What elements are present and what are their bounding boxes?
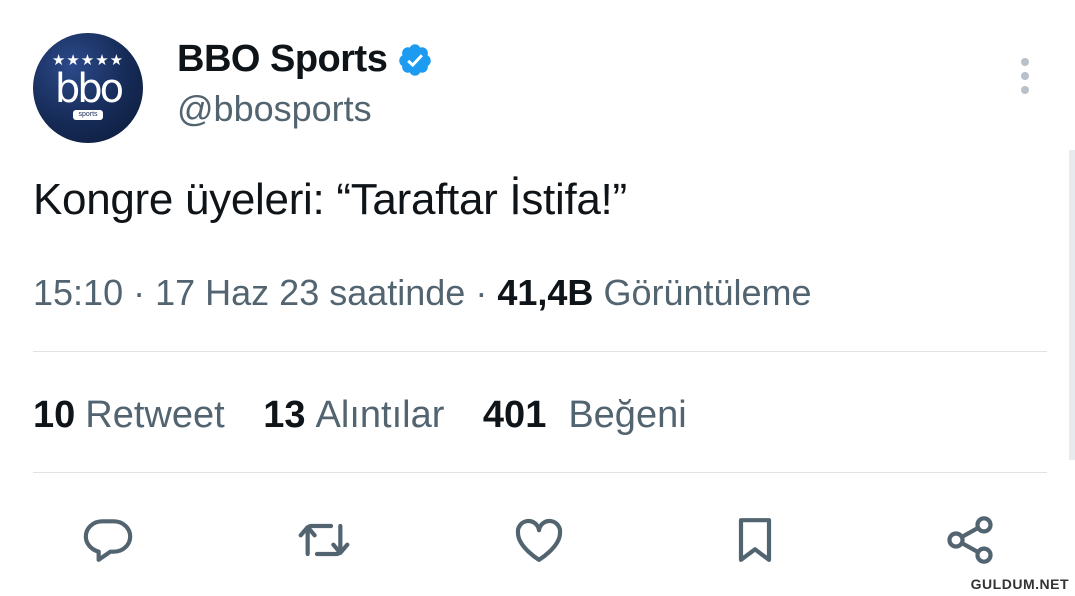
retweet-icon	[298, 523, 350, 557]
more-options-icon[interactable]	[1015, 58, 1035, 98]
retweet-count: 10	[33, 394, 76, 436]
reply-icon	[83, 519, 133, 562]
reply-button[interactable]	[78, 510, 138, 570]
avatar-subtext: sports	[73, 110, 103, 120]
tweet-time[interactable]: 15:10	[33, 272, 123, 313]
views-label: Görüntüleme	[603, 272, 812, 313]
quote-count: 13	[263, 394, 306, 436]
avatar[interactable]: ★★★★★ bbo sports	[33, 33, 143, 143]
tweet-stats: 10 Retweet 13 Alıntılar 401 Beğeni	[33, 394, 715, 437]
retweet-button[interactable]	[294, 510, 354, 570]
retweet-label: Retweet	[85, 394, 225, 436]
verified-badge-icon	[399, 43, 432, 76]
tweet-meta: 15:10 · 17 Haz 23 saatinde · 41,4B Görün…	[33, 272, 812, 314]
display-name[interactable]: BBO Sports	[177, 38, 388, 81]
meta-separator: ·	[133, 272, 156, 313]
meta-separator: ·	[475, 272, 498, 313]
tweet-text: Kongre üyeleri: “Taraftar İstifa!”	[33, 175, 627, 224]
display-name-row: BBO Sports	[177, 38, 433, 81]
retweet-stat[interactable]: 10 Retweet	[33, 394, 225, 437]
like-icon	[515, 518, 563, 562]
like-label: Beğeni	[568, 394, 687, 436]
share-icon	[947, 516, 993, 564]
watermark: GULDUM.NET	[970, 576, 1069, 592]
divider	[33, 351, 1047, 352]
scrollbar[interactable]	[1069, 150, 1075, 460]
share-button[interactable]	[940, 510, 1000, 570]
like-count: 401	[482, 394, 547, 436]
quote-stat[interactable]: 13 Alıntılar	[263, 394, 444, 437]
user-handle[interactable]: @bbosports	[177, 88, 372, 130]
tweet-date[interactable]: 17 Haz 23 saatinde	[155, 272, 465, 313]
like-stat[interactable]: 401 Beğeni	[483, 394, 687, 437]
like-button[interactable]	[509, 510, 569, 570]
divider	[33, 472, 1047, 473]
avatar-monogram: bbo	[54, 66, 124, 112]
views-count: 41,4B	[497, 272, 594, 313]
quote-label: Alıntılar	[315, 394, 445, 436]
bookmark-icon	[738, 518, 772, 562]
bookmark-button[interactable]	[725, 510, 785, 570]
